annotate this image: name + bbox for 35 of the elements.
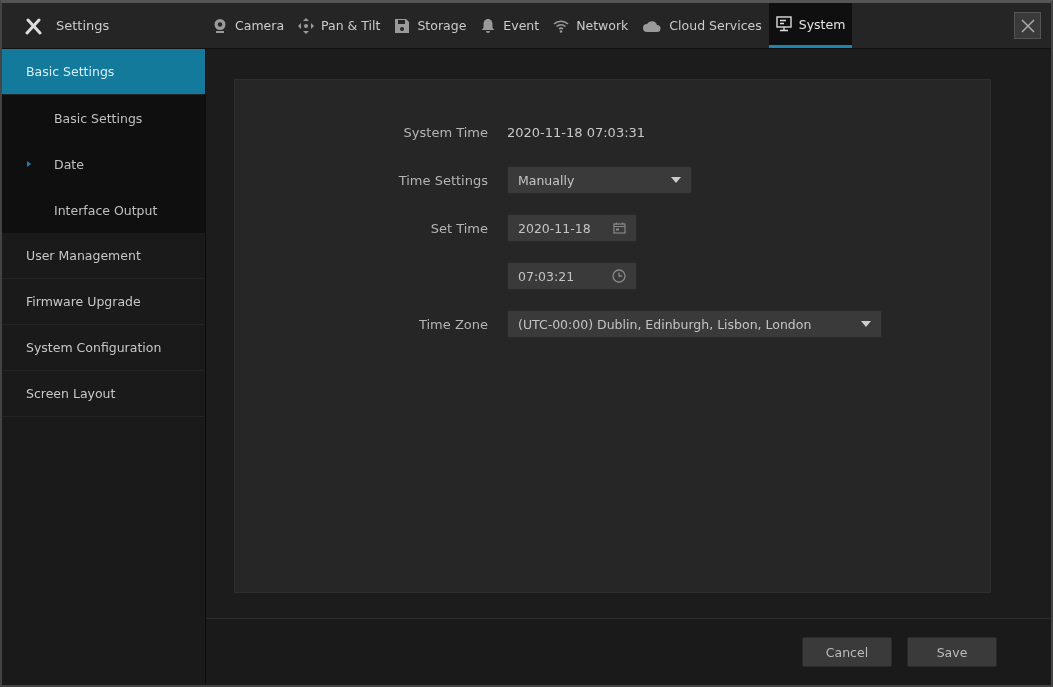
nav-tab[interactable]: Network xyxy=(546,3,636,48)
field-label: Time Zone xyxy=(417,316,489,332)
field-label: System Time xyxy=(402,124,489,140)
nav-tab[interactable]: Event xyxy=(473,3,547,48)
wifi-icon xyxy=(553,17,570,34)
four-arrows-icon xyxy=(298,17,315,34)
nav-tab[interactable]: System xyxy=(768,3,853,48)
calendar-icon xyxy=(613,222,626,234)
header-title: Settings xyxy=(56,18,110,33)
caret-icon xyxy=(671,177,681,183)
caret-icon xyxy=(861,321,872,327)
dropdown[interactable]: (UTC-00:00) Dublin, Edinburgh, Lisbon, London xyxy=(507,310,883,338)
nav-tab[interactable]: Cloud Services xyxy=(635,3,769,48)
webcam-icon xyxy=(212,17,228,34)
footer-button[interactable]: Save xyxy=(907,637,997,667)
close-icon xyxy=(1020,18,1035,33)
sidebar-subitem[interactable]: Date xyxy=(2,141,205,187)
field-label: Set Time xyxy=(429,220,489,236)
sidebar-subitem[interactable]: Interface Output xyxy=(2,187,205,233)
date-field[interactable]: 2020-11-18 xyxy=(507,214,637,242)
footer-button[interactable]: Cancel xyxy=(802,637,892,667)
time-field[interactable]: 07:03:21 xyxy=(507,262,637,290)
close-button[interactable] xyxy=(1014,12,1041,39)
field-label: Time Settings xyxy=(397,172,489,188)
bell-icon xyxy=(480,17,497,34)
nav-tab[interactable]: Camera xyxy=(205,3,292,48)
sidebar-item[interactable]: Basic Settings xyxy=(2,49,205,95)
cloud-icon xyxy=(642,18,663,33)
dropdown[interactable]: Manually xyxy=(507,166,692,194)
system-time-value: 2020-11-18 07:03:31 xyxy=(507,124,646,140)
nav-tab[interactable]: Pan & Tilt xyxy=(291,3,388,48)
sidebar-subitem[interactable]: Basic Settings xyxy=(2,95,205,141)
nav-tab[interactable]: Storage xyxy=(387,3,474,48)
monitor-icon xyxy=(775,16,792,32)
clock-icon xyxy=(612,269,626,283)
